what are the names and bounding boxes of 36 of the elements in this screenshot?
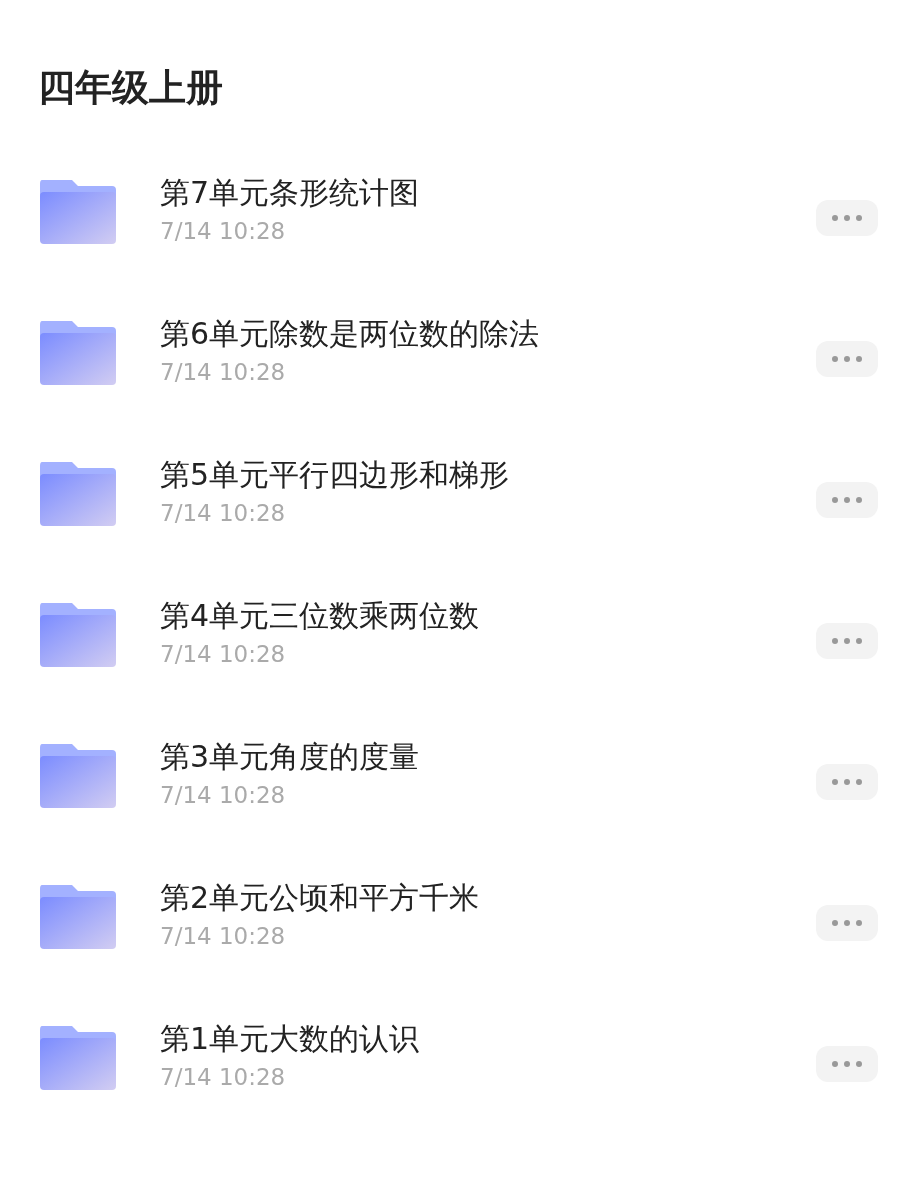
more-icon — [831, 495, 863, 504]
more-icon — [831, 636, 863, 645]
more-button[interactable] — [816, 199, 878, 236]
modified-time: 7/14 10:28 — [160, 357, 287, 387]
page-title: 四年级上册 — [38, 65, 224, 111]
folder-name: 第5单元平行四边形和梯形 — [160, 455, 511, 494]
folder-icon — [38, 602, 118, 669]
more-icon — [831, 213, 863, 222]
folder-icon — [38, 320, 118, 387]
more-button[interactable] — [816, 904, 878, 941]
more-button[interactable] — [816, 481, 878, 518]
more-icon — [831, 354, 863, 363]
modified-time: 7/14 10:28 — [160, 1062, 287, 1092]
folder-name: 第4单元三位数乘两位数 — [160, 596, 481, 635]
more-button[interactable] — [816, 622, 878, 659]
more-icon — [831, 1059, 863, 1068]
more-icon — [831, 777, 863, 786]
folder-icon — [38, 179, 118, 246]
folder-icon — [38, 1025, 118, 1092]
more-button[interactable] — [816, 763, 878, 800]
folder-name: 第6单元除数是两位数的除法 — [160, 314, 541, 353]
folder-name: 第7单元条形统计图 — [160, 173, 421, 212]
modified-time: 7/14 10:28 — [160, 639, 287, 669]
more-icon — [831, 918, 863, 927]
more-button[interactable] — [816, 1045, 878, 1082]
folder-name: 第1单元大数的认识 — [160, 1019, 421, 1058]
modified-time: 7/14 10:28 — [160, 921, 287, 951]
modified-time: 7/14 10:28 — [160, 780, 287, 810]
folder-name: 第3单元角度的度量 — [160, 737, 421, 776]
modified-time: 7/14 10:28 — [160, 216, 287, 246]
folder-icon — [38, 743, 118, 810]
folder-icon — [38, 461, 118, 528]
modified-time: 7/14 10:28 — [160, 498, 287, 528]
folder-name: 第2单元公顷和平方千米 — [160, 878, 481, 917]
folder-icon — [38, 884, 118, 951]
more-button[interactable] — [816, 340, 878, 377]
